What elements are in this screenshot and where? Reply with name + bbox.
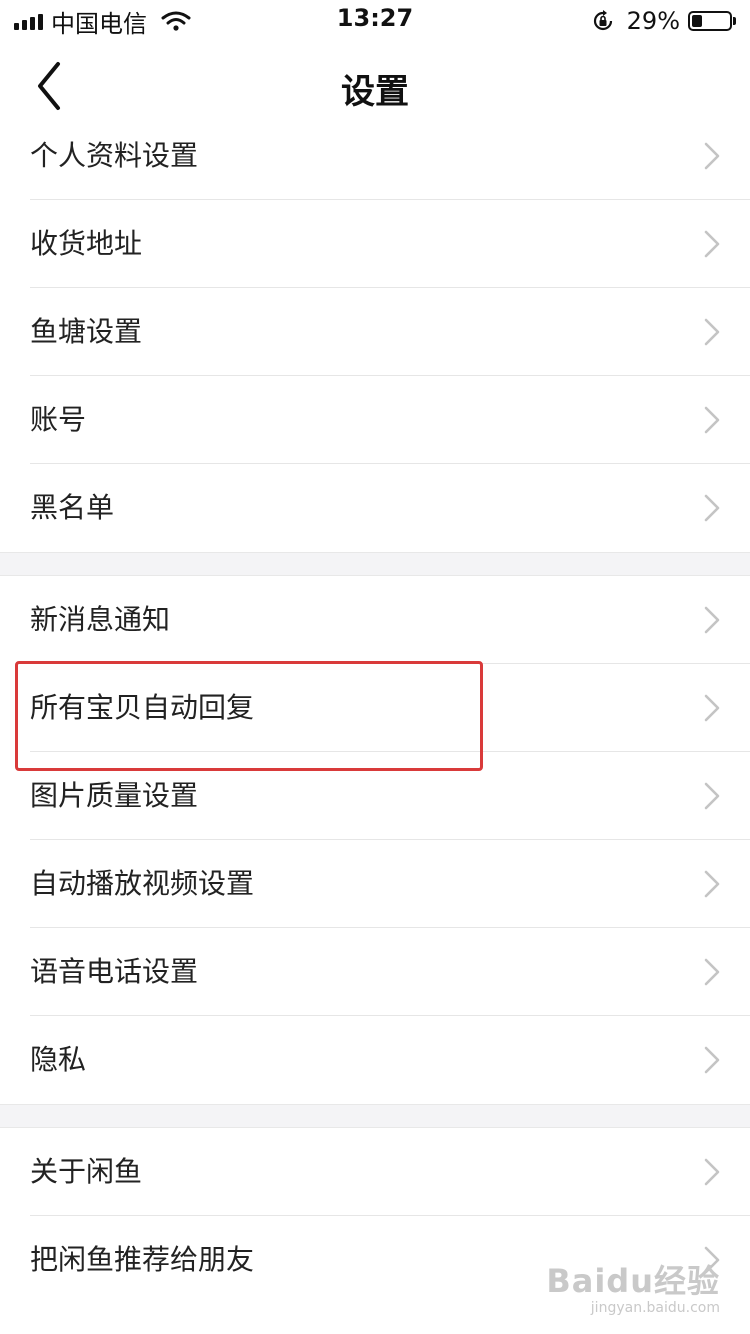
settings-list: 个人资料设置 收货地址鱼塘设置账号黑名单新消息通知所有宝贝自动回复 图片质量设置自动… [0, 112, 750, 1304]
page-title: 设置 [341, 72, 409, 112]
settings-item-label: 自动播放视频设置 [30, 867, 255, 900]
settings-item-label: 新消息通知 [30, 603, 171, 636]
settings-item-label: 把闲鱼推荐给朋友 [30, 1243, 255, 1276]
settings-item-label: 收货地址 [30, 227, 143, 260]
chevron-right-icon [704, 782, 720, 810]
watermark-main: Baidu经验 [546, 1262, 720, 1300]
settings-item[interactable]: 收货地址 [0, 200, 750, 288]
settings-item-label: 图片质量设置 [30, 779, 199, 812]
section-separator [0, 1104, 750, 1128]
section-separator [0, 552, 750, 576]
chevron-right-icon [704, 318, 720, 346]
settings-item[interactable]: 语音电话设置 [0, 928, 750, 1016]
chevron-right-icon [704, 230, 720, 258]
settings-item[interactable]: 鱼塘设置 [0, 288, 750, 376]
chevron-right-icon [704, 1158, 720, 1186]
chevron-right-icon [704, 1046, 720, 1074]
chevron-right-icon [704, 494, 720, 522]
settings-item-label: 账号 [30, 403, 87, 436]
watermark-sub: jingyan.baidu.com [590, 1300, 720, 1316]
chevron-right-icon [704, 870, 720, 898]
watermark: Baidu经验 jingyan.baidu.com [546, 1256, 720, 1316]
settings-item-label: 鱼塘设置 [30, 315, 143, 348]
settings-item[interactable]: 新消息通知 [0, 576, 750, 664]
settings-item[interactable]: 账号 [0, 376, 750, 464]
chevron-right-icon [704, 606, 720, 634]
settings-item-label: 所有宝贝自动回复 [30, 691, 255, 724]
settings-item-label: 隐私 [30, 1043, 87, 1076]
chevron-right-icon [704, 406, 720, 434]
battery-percent: 29% [626, 7, 680, 35]
chevron-right-icon [704, 958, 720, 986]
rotation-lock-icon [593, 10, 612, 31]
status-bar: 中国电信 13:27 29% [0, 0, 750, 40]
settings-item[interactable]: 隐私 [0, 1016, 750, 1104]
settings-item[interactable]: 个人资料设置 [0, 112, 750, 200]
chevron-right-icon [704, 694, 720, 722]
settings-item[interactable]: 图片质量设置 [0, 752, 750, 840]
settings-item[interactable]: 自动播放视频设置 [0, 840, 750, 928]
settings-item[interactable]: 关于闲鱼 [0, 1128, 750, 1216]
settings-item[interactable]: 黑名单 [0, 464, 750, 552]
settings-item-label: 关于闲鱼 [30, 1155, 143, 1188]
settings-item[interactable]: 所有宝贝自动回复 [0, 664, 750, 752]
battery-icon [688, 11, 732, 31]
settings-item-label: 个人资料设置 [30, 139, 199, 172]
settings-item-label: 语音电话设置 [30, 955, 199, 988]
settings-item-label: 黑名单 [30, 491, 115, 524]
chevron-right-icon [704, 142, 720, 170]
